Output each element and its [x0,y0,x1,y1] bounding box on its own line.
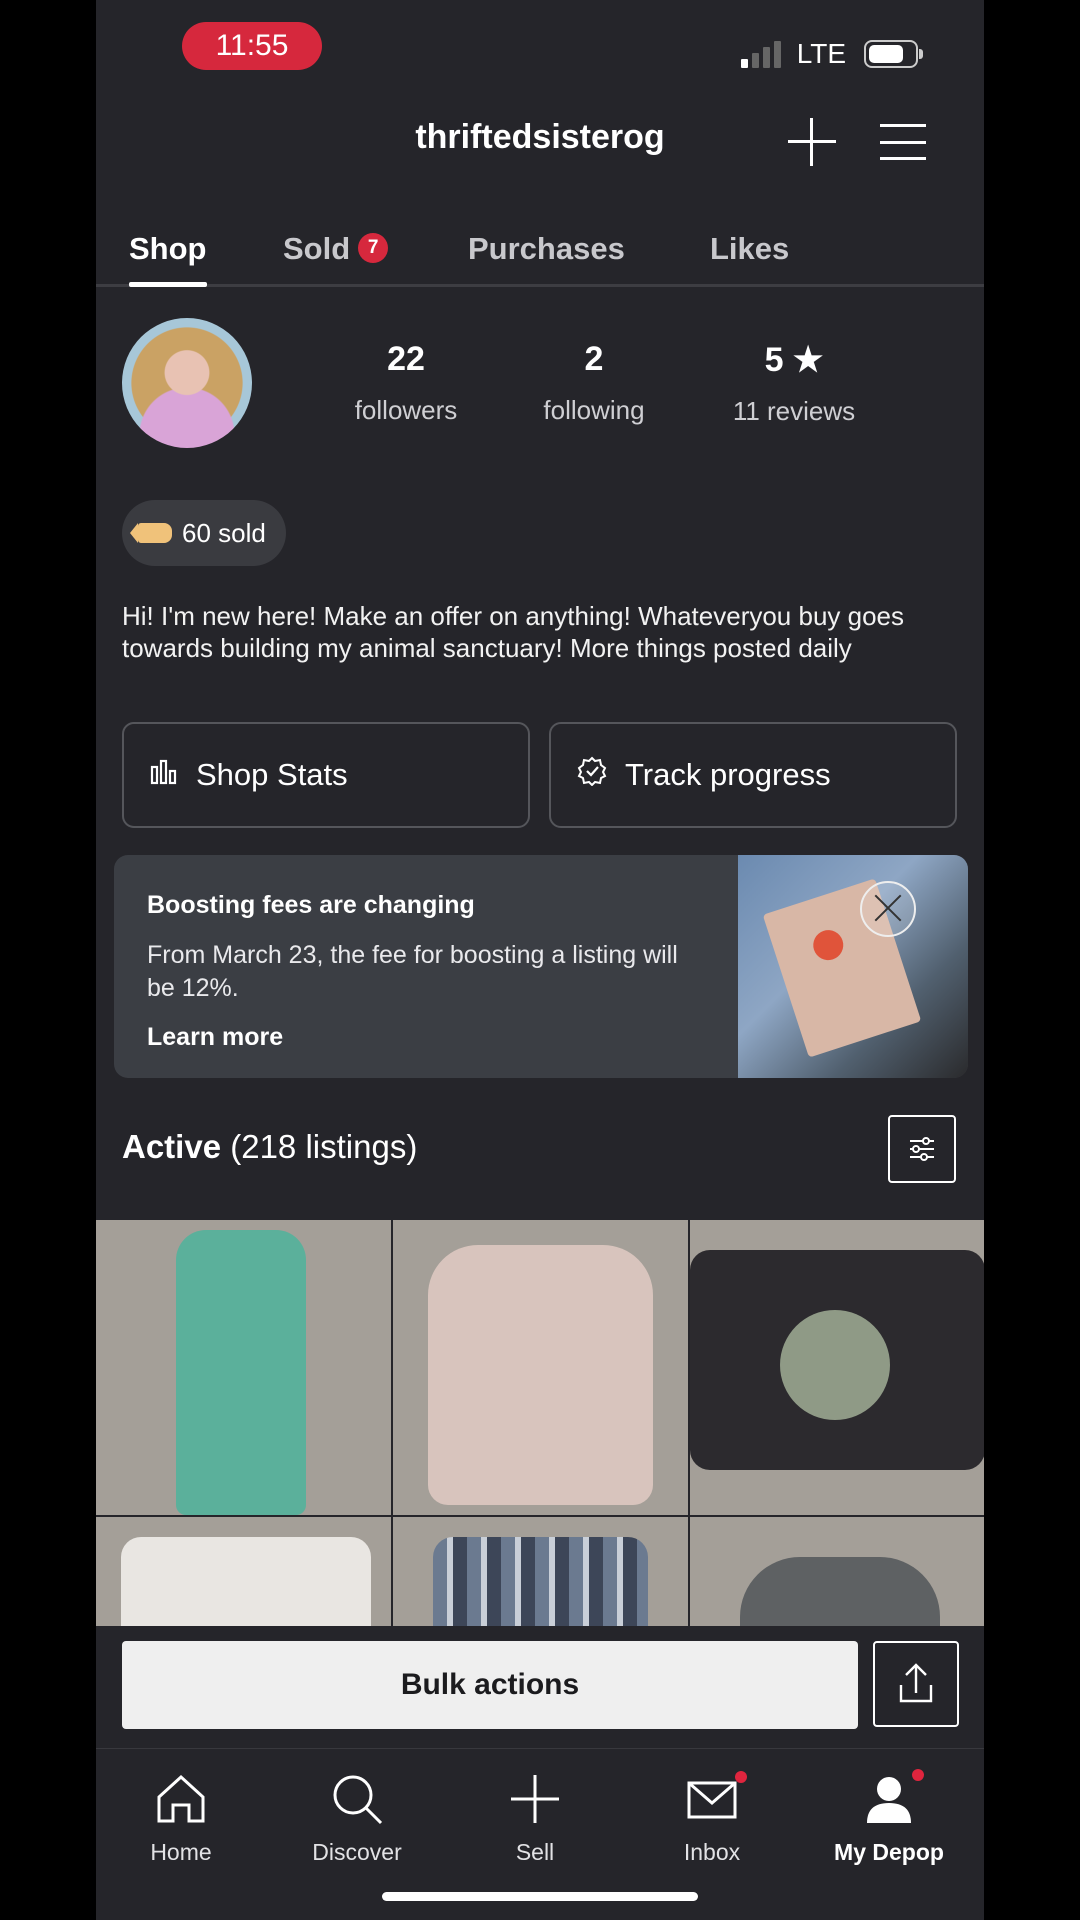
home-icon [96,1767,266,1831]
person-icon [804,1767,974,1831]
verified-badge-icon [577,756,607,794]
phone-screen: 11:55 LTE thriftedsisterog Shop Sold 7 Pu… [96,0,984,1920]
nav-my-depop[interactable]: My Depop [804,1767,974,1866]
listing-tile-white-tee[interactable] [96,1517,391,1626]
avatar[interactable] [122,318,252,448]
status-time: 11:55 [182,22,322,70]
close-banner-icon[interactable] [860,881,916,937]
tab-sold[interactable]: Sold 7 [283,226,389,284]
sold-badge: 7 [358,232,389,263]
reviews-stat[interactable]: 5 ★ 11 reviews [714,340,874,427]
nav-sell[interactable]: Sell [450,1767,620,1866]
tab-purchases[interactable]: Purchases [468,226,625,284]
mail-icon [627,1767,797,1831]
sold-count-badge: 60 sold [122,500,286,566]
followers-stat[interactable]: 22 followers [326,340,486,426]
network-label: LTE [796,38,846,69]
search-icon [272,1767,442,1831]
profile-bio: Hi! I'm new here! Make an offer on anyth… [122,601,905,663]
hamburger-menu-icon[interactable] [880,124,926,160]
banner-title: Boosting fees are changing [147,891,475,919]
add-listing-button[interactable] [786,116,838,168]
bar-chart-icon [150,757,178,793]
boosting-fees-banner: Boosting fees are changing From March 23… [114,855,968,1078]
listing-tile-gray-cardigan[interactable] [690,1517,984,1626]
filter-sliders-icon[interactable] [888,1115,956,1183]
profile-tabs: Shop Sold 7 Purchases Likes [96,226,984,287]
bulk-actions-bar: Bulk actions [96,1626,984,1748]
listing-tile-plaid-shirt[interactable] [393,1517,688,1626]
share-icon[interactable] [873,1641,959,1727]
track-progress-button[interactable]: Track progress [549,722,957,828]
banner-image [738,855,968,1078]
nav-discover[interactable]: Discover [272,1767,442,1866]
profile-notification-dot [912,1769,924,1781]
plus-icon [450,1767,620,1831]
profile-username: thriftedsisterog [415,118,665,156]
nav-inbox[interactable]: Inbox [627,1767,797,1866]
following-stat[interactable]: 2 following [514,340,674,426]
shop-stats-button[interactable]: Shop Stats [122,722,530,828]
inbox-notification-dot [735,1771,747,1783]
listing-tile-teal-dress[interactable] [96,1220,391,1515]
learn-more-link[interactable]: Learn more [147,1023,283,1052]
nav-home[interactable]: Home [96,1767,266,1866]
active-listings-heading: Active (218 listings) [122,1128,418,1165]
listing-tile-pink-sweater[interactable] [393,1220,688,1515]
bulk-actions-button[interactable]: Bulk actions [122,1641,858,1729]
tab-shop[interactable]: Shop [129,226,207,287]
home-indicator[interactable] [382,1892,698,1901]
signal-icon [740,40,781,68]
battery-icon [864,40,923,68]
status-icons: LTE [740,34,923,74]
listing-tile-graphic-tee[interactable] [690,1220,984,1515]
price-tag-icon [130,523,172,543]
tab-likes[interactable]: Likes [710,226,789,284]
banner-text: From March 23, the fee for boosting a li… [147,941,678,1002]
listings-grid [96,1220,984,1626]
